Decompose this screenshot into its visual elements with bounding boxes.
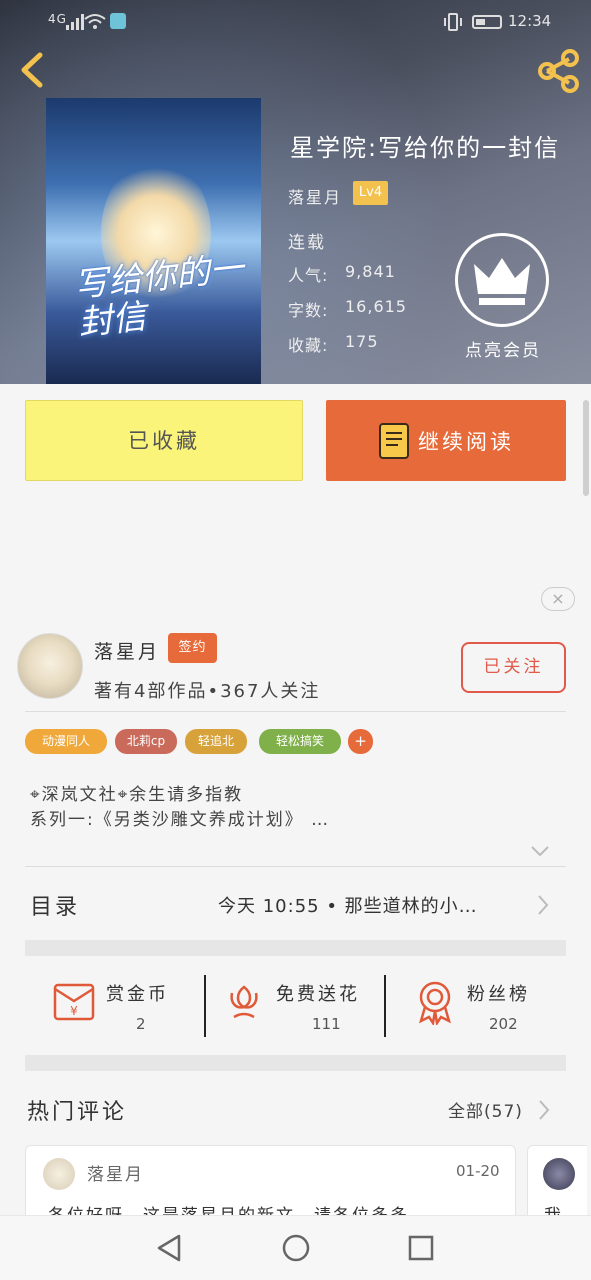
book-author[interactable]: 落星月 bbox=[288, 184, 342, 208]
hot-comments-title: 热门评论 bbox=[27, 1100, 128, 1125]
tag-item[interactable]: 轻松搞笑 bbox=[259, 729, 341, 754]
nav-home-icon[interactable] bbox=[281, 1233, 311, 1263]
send-flower-button[interactable]: 免费送花 111 bbox=[222, 975, 372, 1037]
reward-coins-button[interactable]: ¥ 赏金币 2 bbox=[52, 975, 192, 1037]
system-nav-bar bbox=[0, 1215, 591, 1280]
tag-item[interactable]: 轻追北 bbox=[185, 729, 247, 754]
clock: 12:34 bbox=[508, 12, 552, 30]
medal-icon bbox=[419, 981, 451, 1025]
nav-recents-icon[interactable] bbox=[407, 1234, 435, 1262]
separator bbox=[384, 975, 386, 1037]
author-level-badge: Lv4 bbox=[353, 181, 388, 205]
avatar[interactable] bbox=[543, 1158, 575, 1190]
coin-envelope-icon: ¥ bbox=[53, 983, 95, 1021]
stat-favorites: 收藏: 175 bbox=[288, 332, 379, 355]
chevron-down-icon[interactable] bbox=[530, 842, 550, 860]
share-icon[interactable] bbox=[535, 48, 581, 94]
author-name[interactable]: 落星月 bbox=[94, 637, 160, 664]
battery-icon bbox=[472, 15, 502, 29]
app-notification-icon bbox=[110, 13, 126, 29]
tag-item[interactable]: 北莉cp bbox=[115, 729, 177, 754]
book-icon bbox=[379, 423, 409, 459]
all-comments-link[interactable]: 全部(57) bbox=[448, 1097, 523, 1122]
book-status: 连载 bbox=[288, 233, 326, 253]
chevron-right-icon[interactable] bbox=[537, 1099, 551, 1121]
vip-button[interactable] bbox=[455, 233, 549, 327]
avatar[interactable] bbox=[43, 1158, 75, 1190]
author-info: 著有4部作品•367人关注 bbox=[94, 681, 321, 702]
chevron-right-icon[interactable] bbox=[536, 894, 550, 916]
book-header: 4G 12:34 写给你的一封信 星学院:写给你的一封信 落星月 Lv4 连载 … bbox=[0, 0, 591, 384]
comment-date: 01-20 bbox=[456, 1162, 500, 1180]
latest-chapter[interactable]: 今天 10:55 • 那些道林的小… bbox=[218, 892, 478, 918]
toc-label[interactable]: 目录 bbox=[30, 889, 80, 921]
back-arrow-icon[interactable] bbox=[14, 50, 54, 90]
vip-label[interactable]: 点亮会员 bbox=[465, 336, 541, 361]
divider bbox=[25, 866, 566, 867]
divider bbox=[25, 711, 566, 712]
comment-user[interactable]: 落星月 bbox=[87, 1160, 144, 1185]
fan-ranking-button[interactable]: 粉丝榜 202 bbox=[413, 975, 543, 1037]
author-avatar[interactable] bbox=[17, 633, 83, 699]
wifi-icon bbox=[84, 14, 106, 29]
cover-title: 写给你的一封信 bbox=[72, 248, 246, 344]
comment-card[interactable]: 落星月 01-20 各位好呀，这是落星月的新文，请各位多多 bbox=[25, 1145, 516, 1225]
crown-icon bbox=[474, 258, 530, 305]
book-description[interactable]: ⌖深岚文社⌖余生请多指教 系列一:《另类沙雕文养成计划》 … bbox=[30, 783, 330, 833]
close-ad-button[interactable]: × bbox=[541, 587, 575, 611]
stat-popularity: 人气: 9,841 bbox=[288, 262, 396, 285]
favorited-button[interactable]: 已收藏 bbox=[25, 400, 303, 481]
follow-button[interactable]: 已关注 bbox=[461, 642, 566, 693]
continue-reading-button[interactable]: 继续阅读 bbox=[326, 400, 566, 481]
continue-reading-label: 继续阅读 bbox=[418, 430, 514, 454]
more-tags-button[interactable]: + bbox=[348, 729, 373, 754]
scrollbar[interactable] bbox=[583, 400, 589, 496]
nav-back-icon[interactable] bbox=[155, 1233, 183, 1263]
signed-badge: 签约 bbox=[168, 633, 217, 663]
tag-item[interactable]: 动漫同人 bbox=[25, 729, 107, 754]
section-separator bbox=[25, 940, 566, 956]
signal-bars-icon bbox=[66, 14, 84, 30]
comment-card[interactable]: 我 bbox=[527, 1145, 587, 1225]
separator bbox=[204, 975, 206, 1037]
book-title: 星学院:写给你的一封信 bbox=[290, 134, 561, 162]
flower-icon bbox=[230, 985, 258, 1019]
signal-indicator: 4G bbox=[48, 12, 67, 26]
stat-word-count: 字数: 16,615 bbox=[288, 297, 407, 320]
status-bar: 4G 12:34 bbox=[0, 0, 591, 46]
section-separator bbox=[25, 1055, 566, 1071]
vibrate-icon bbox=[444, 13, 462, 31]
book-cover[interactable]: 写给你的一封信 bbox=[46, 98, 261, 384]
svg-text:¥: ¥ bbox=[70, 1004, 78, 1018]
